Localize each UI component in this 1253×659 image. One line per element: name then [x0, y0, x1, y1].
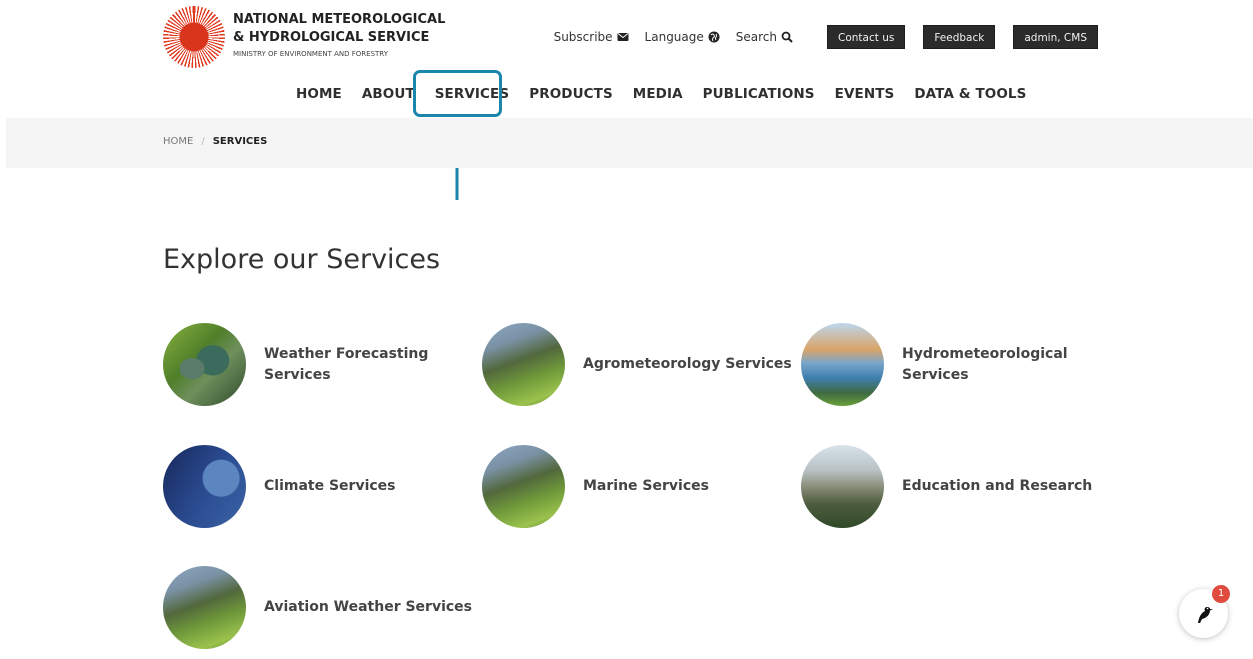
service-thumbnail[interactable] [163, 445, 246, 528]
service-thumbnail[interactable] [482, 445, 565, 528]
service-thumbnail[interactable] [801, 445, 884, 528]
search-icon [781, 31, 793, 43]
notification-badge: 1 [1212, 585, 1230, 603]
subscribe-link[interactable]: Subscribe [554, 30, 629, 44]
service-label[interactable]: Agrometeorology Services [583, 354, 793, 375]
service-climate[interactable]: Climate Services [163, 445, 464, 528]
nav-products[interactable]: PRODUCTS [519, 86, 623, 102]
breadcrumb-current: SERVICES [212, 136, 268, 147]
service-marine[interactable]: Marine Services [482, 445, 783, 528]
service-weather-forecasting[interactable]: Weather Forecasting Services [163, 323, 434, 406]
nav-publications[interactable]: PUBLICATIONS [693, 86, 825, 102]
page-title: Explore our Services [163, 244, 441, 275]
breadcrumb-home[interactable]: HOME [163, 136, 193, 147]
services-highlight-box [413, 70, 502, 117]
service-agrometeorology[interactable]: Agrometeorology Services [482, 323, 793, 406]
breadcrumb-separator: / [201, 136, 205, 147]
service-hydrometeorological[interactable]: Hydrometeorological Services [801, 323, 1068, 406]
feedback-button[interactable]: Feedback [923, 25, 996, 49]
service-label[interactable]: Education and Research [902, 476, 1122, 497]
search-link[interactable]: Search [736, 30, 793, 44]
service-label[interactable]: Climate Services [264, 476, 464, 497]
site-header: NATIONAL METEOROLOGICAL & HYDROLOGICAL S… [0, 0, 1253, 80]
logo-sun-icon[interactable] [163, 6, 225, 68]
service-label[interactable]: Hydrometeorological Services [902, 344, 1068, 386]
service-education-research[interactable]: Education and Research [801, 445, 1122, 528]
service-thumbnail[interactable] [163, 566, 246, 649]
service-aviation-weather[interactable]: Aviation Weather Services [163, 566, 504, 649]
main-nav: HOME ABOUT SERVICES PRODUCTS MEDIA PUBLI… [286, 82, 1036, 106]
org-name-line2: & HYDROLOGICAL SERVICE [233, 30, 430, 45]
nav-media[interactable]: MEDIA [623, 86, 693, 102]
org-name-line1: NATIONAL METEOROLOGICAL [233, 12, 446, 27]
breadcrumb: HOME / SERVICES [163, 136, 267, 147]
language-label: Language [644, 30, 704, 44]
nav-events[interactable]: EVENTS [825, 86, 905, 102]
top-links: Subscribe Language Search Contact us Fee… [554, 25, 1098, 49]
service-label[interactable]: Aviation Weather Services [264, 597, 504, 618]
user-account-button[interactable]: admin, CMS [1013, 25, 1098, 49]
nav-home[interactable]: HOME [286, 86, 352, 102]
envelope-icon [617, 33, 629, 41]
search-label: Search [735, 30, 778, 44]
breadcrumb-bar: HOME / SERVICES [6, 118, 1253, 168]
service-thumbnail[interactable] [163, 323, 246, 406]
bird-icon [1197, 606, 1213, 623]
subscribe-label: Subscribe [553, 30, 613, 44]
globe-icon [708, 31, 720, 43]
org-name[interactable]: NATIONAL METEOROLOGICAL & HYDROLOGICAL S… [233, 11, 473, 59]
service-thumbnail[interactable] [482, 323, 565, 406]
service-label[interactable]: Marine Services [583, 476, 783, 497]
org-ministry: MINISTRY OF ENVIRONMENT AND FORESTRY [233, 50, 388, 58]
contact-us-button[interactable]: Contact us [827, 25, 906, 49]
service-label[interactable]: Weather Forecasting Services [264, 344, 434, 386]
language-link[interactable]: Language [645, 30, 720, 44]
service-thumbnail[interactable] [801, 323, 884, 406]
nav-data-tools[interactable]: DATA & TOOLS [904, 86, 1036, 102]
